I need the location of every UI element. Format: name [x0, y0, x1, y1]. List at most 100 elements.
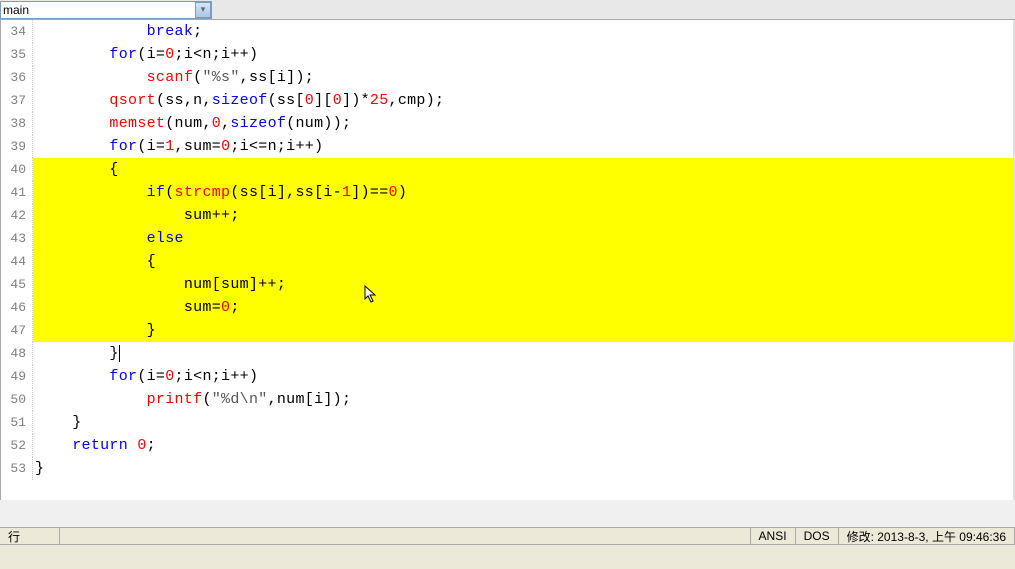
code-content[interactable]: {	[33, 158, 1014, 181]
code-line[interactable]: 38 memset(num,0,sizeof(num));	[1, 112, 1014, 135]
code-token	[35, 184, 147, 201]
code-content[interactable]: num[sum]++;	[33, 273, 1014, 296]
code-content[interactable]: qsort(ss,n,sizeof(ss[0][0])*25,cmp);	[33, 89, 1014, 112]
code-content[interactable]: }	[33, 342, 1014, 365]
line-number: 39	[1, 135, 33, 158]
code-token: ,cmp);	[389, 92, 445, 109]
status-lineend: DOS	[796, 528, 839, 544]
code-line[interactable]: 47 }	[1, 319, 1014, 342]
code-token: 1	[342, 184, 351, 201]
code-token: ,ss[i]);	[240, 69, 314, 86]
code-token	[35, 115, 109, 132]
code-token: ,	[221, 115, 230, 132]
code-line[interactable]: 34 break;	[1, 20, 1014, 43]
code-content[interactable]: for(i=1,sum=0;i<=n;i++)	[33, 135, 1014, 158]
code-content[interactable]: sum++;	[33, 204, 1014, 227]
code-token: "%s"	[202, 69, 239, 86]
code-content[interactable]: if(strcmp(ss[i],ss[i-1])==0)	[33, 181, 1014, 204]
code-token	[35, 23, 147, 40]
line-number: 38	[1, 112, 33, 135]
line-number: 37	[1, 89, 33, 112]
status-spacer	[60, 528, 751, 544]
code-line[interactable]: 48 }	[1, 342, 1014, 365]
code-line[interactable]: 52 return 0;	[1, 434, 1014, 457]
code-token: break	[147, 23, 194, 40]
line-number: 43	[1, 227, 33, 250]
bottom-bar	[0, 545, 1015, 569]
code-content[interactable]: {	[33, 250, 1014, 273]
code-token: {	[35, 253, 156, 270]
code-content[interactable]: return 0;	[33, 434, 1014, 457]
status-encoding: ANSI	[751, 528, 796, 544]
code-content[interactable]: memset(num,0,sizeof(num));	[33, 112, 1014, 135]
code-token: ;i<=n;i++)	[230, 138, 323, 155]
code-token	[35, 368, 109, 385]
code-token: ,sum=	[175, 138, 222, 155]
code-content[interactable]: for(i=0;i<n;i++)	[33, 43, 1014, 66]
code-line[interactable]: 42 sum++;	[1, 204, 1014, 227]
code-content[interactable]: printf("%d\n",num[i]);	[33, 388, 1014, 411]
code-token: ;i<n;i++)	[175, 368, 259, 385]
code-line[interactable]: 43 else	[1, 227, 1014, 250]
code-line[interactable]: 49 for(i=0;i<n;i++)	[1, 365, 1014, 388]
code-token: 0	[221, 299, 230, 316]
code-token: ;	[147, 437, 156, 454]
code-token: (ss[i],ss[i-	[230, 184, 342, 201]
chevron-down-icon[interactable]: ▾	[195, 2, 211, 18]
line-number: 41	[1, 181, 33, 204]
code-token	[35, 138, 109, 155]
code-content[interactable]: }	[33, 319, 1014, 342]
line-number: 49	[1, 365, 33, 388]
line-number: 40	[1, 158, 33, 181]
code-token: (	[165, 184, 174, 201]
code-line[interactable]: 53}	[1, 457, 1014, 480]
code-token: (ss,n,	[156, 92, 212, 109]
code-token: printf	[147, 391, 203, 408]
code-token	[128, 437, 137, 454]
code-line[interactable]: 40 {	[1, 158, 1014, 181]
code-token: 0	[137, 437, 146, 454]
code-token: ,num[i]);	[268, 391, 352, 408]
code-content[interactable]: }	[33, 457, 1014, 480]
code-content[interactable]: scanf("%s",ss[i]);	[33, 66, 1014, 89]
status-row-label: 行	[0, 528, 60, 544]
code-line[interactable]: 39 for(i=1,sum=0;i<=n;i++)	[1, 135, 1014, 158]
code-line[interactable]: 36 scanf("%s",ss[i]);	[1, 66, 1014, 89]
line-number: 36	[1, 66, 33, 89]
code-line[interactable]: 41 if(strcmp(ss[i],ss[i-1])==0)	[1, 181, 1014, 204]
code-line[interactable]: 50 printf("%d\n",num[i]);	[1, 388, 1014, 411]
dropdown-value: main	[3, 3, 29, 17]
code-token: {	[35, 161, 119, 178]
function-dropdown[interactable]: main ▾	[0, 1, 212, 19]
code-line[interactable]: 45 num[sum]++;	[1, 273, 1014, 296]
code-content[interactable]: else	[33, 227, 1014, 250]
code-token: for	[109, 138, 137, 155]
code-token: }	[35, 460, 44, 477]
code-token: 0	[305, 92, 314, 109]
code-content[interactable]: }	[33, 411, 1014, 434]
code-editor[interactable]: 34 break;35 for(i=0;i<n;i++)36 scanf("%s…	[0, 20, 1015, 500]
code-line[interactable]: 44 {	[1, 250, 1014, 273]
code-token: else	[147, 230, 184, 247]
code-line[interactable]: 51 }	[1, 411, 1014, 434]
code-token: 0	[165, 46, 174, 63]
code-line[interactable]: 35 for(i=0;i<n;i++)	[1, 43, 1014, 66]
code-content[interactable]: break;	[33, 20, 1014, 43]
code-token	[35, 46, 109, 63]
code-token: sum++;	[35, 207, 240, 224]
code-line[interactable]: 46 sum=0;	[1, 296, 1014, 319]
code-token: 0	[212, 115, 221, 132]
text-cursor	[119, 345, 120, 362]
code-token: 1	[165, 138, 174, 155]
code-token: (i=	[137, 138, 165, 155]
code-content[interactable]: sum=0;	[33, 296, 1014, 319]
code-token: ])==	[351, 184, 388, 201]
code-token: 0	[165, 368, 174, 385]
code-token: "%d\n"	[212, 391, 268, 408]
line-number: 44	[1, 250, 33, 273]
code-token: (	[202, 391, 211, 408]
code-line[interactable]: 37 qsort(ss,n,sizeof(ss[0][0])*25,cmp);	[1, 89, 1014, 112]
code-token: memset	[109, 115, 165, 132]
code-content[interactable]: for(i=0;i<n;i++)	[33, 365, 1014, 388]
line-number: 46	[1, 296, 33, 319]
